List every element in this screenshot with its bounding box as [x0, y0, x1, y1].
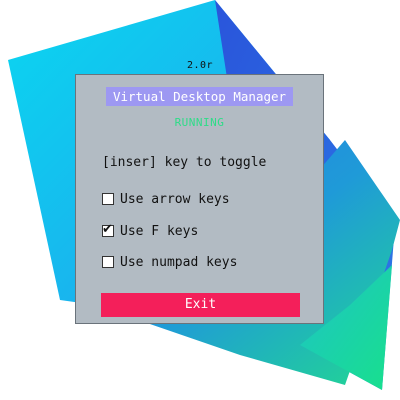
desktop: 2.0r Virtual Desktop Manager RUNNING [in… — [0, 0, 400, 400]
f-keys-checkbox[interactable]: ✔ — [102, 222, 114, 237]
version-label: 2.0r — [186, 60, 214, 71]
option-arrow-keys[interactable]: Use arrow keys — [102, 191, 230, 207]
window-title: Virtual Desktop Manager — [106, 87, 293, 106]
arrow-keys-label: Use arrow keys — [120, 191, 230, 207]
manager-window: Virtual Desktop Manager RUNNING [inser] … — [75, 74, 324, 324]
numpad-keys-checkbox[interactable] — [102, 256, 114, 268]
option-numpad-keys[interactable]: Use numpad keys — [102, 254, 237, 270]
toggle-hint: [inser] key to toggle — [102, 155, 267, 170]
arrow-keys-checkbox[interactable] — [102, 193, 114, 205]
exit-button[interactable]: Exit — [101, 293, 300, 317]
checkmark-icon: ✔ — [102, 222, 113, 237]
numpad-keys-label: Use numpad keys — [120, 254, 238, 270]
option-f-keys[interactable]: ✔ Use F keys — [102, 222, 199, 239]
f-keys-label: Use F keys — [120, 223, 199, 239]
status-indicator: RUNNING — [174, 116, 225, 129]
